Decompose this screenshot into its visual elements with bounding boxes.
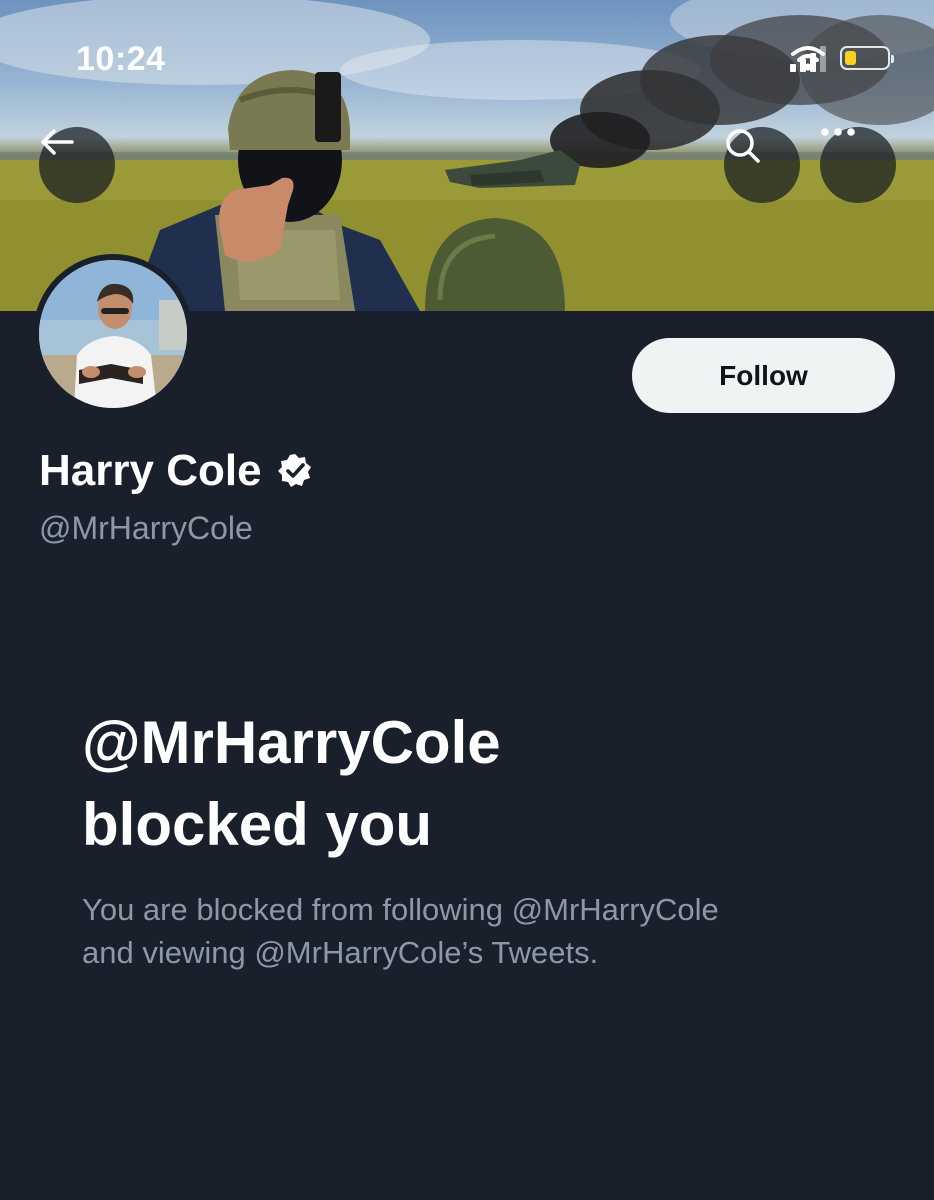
back-arrow-icon: [41, 129, 74, 155]
blocked-title-line2: blocked you: [82, 791, 433, 858]
blocked-description-line2: and viewing @MrHarryCole’s Tweets.: [82, 935, 599, 970]
more-icon: [821, 128, 855, 136]
more-options-button[interactable]: [820, 127, 896, 203]
search-icon: [726, 129, 760, 163]
status-icons: [790, 44, 894, 72]
back-button[interactable]: [39, 127, 115, 203]
display-name: Harry Cole: [39, 446, 262, 495]
avatar[interactable]: [33, 254, 193, 414]
profile-handle: @MrHarryCole: [39, 510, 253, 546]
profile-name-row: Harry Cole: [39, 446, 314, 496]
search-button[interactable]: [724, 127, 800, 203]
avatar-image: [39, 260, 187, 408]
wifi-icon: [791, 46, 825, 71]
verified-badge-icon: [277, 454, 311, 487]
battery-icon: [840, 46, 894, 70]
follow-button[interactable]: Follow: [632, 338, 895, 413]
battery-level: [845, 51, 856, 65]
blocked-title: @MrHarryCole blocked you: [82, 702, 862, 866]
status-time: 10:24: [76, 40, 166, 78]
blocked-description-line1: You are blocked from following @MrHarryC…: [82, 892, 719, 927]
blocked-title-line1: @MrHarryCole: [82, 709, 501, 776]
blocked-description: You are blocked from following @MrHarryC…: [82, 888, 862, 974]
